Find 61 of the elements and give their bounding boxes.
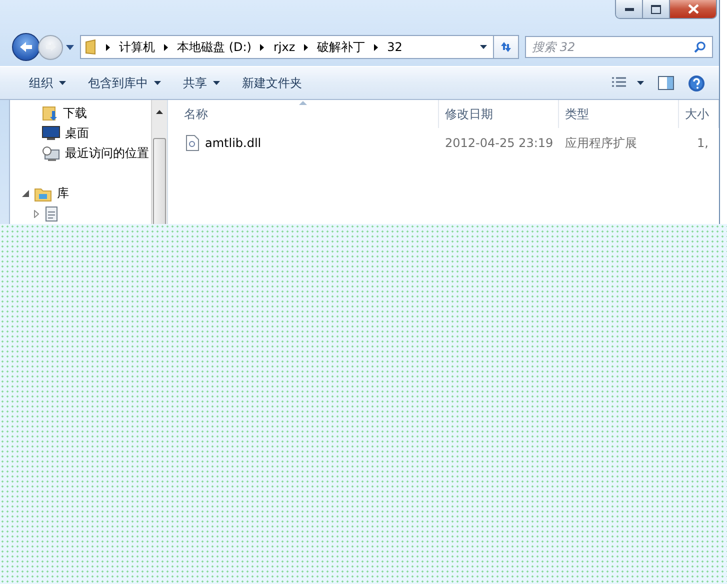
table-cell: amtlib.dll xyxy=(205,136,262,150)
preview-pane-icon[interactable] xyxy=(658,76,674,90)
maximize-button[interactable] xyxy=(642,0,669,18)
table-cell: 1, xyxy=(697,136,708,150)
breadcrumb-item[interactable]: 破解补丁 xyxy=(317,38,366,56)
history-caret-icon[interactable] xyxy=(66,44,74,50)
breadcrumb-item[interactable]: 本地磁盘 (D:) xyxy=(177,38,252,56)
folder-download-icon xyxy=(42,105,58,122)
column-header[interactable]: 类型 xyxy=(559,100,679,128)
table-cell: 2012-04-25 23:19 xyxy=(445,136,554,150)
expanded-arrow-icon[interactable] xyxy=(22,190,29,198)
nav-item[interactable]: 下载 xyxy=(63,104,87,122)
monitor-icon xyxy=(42,126,60,140)
caret-icon xyxy=(59,81,66,85)
search-icon[interactable] xyxy=(694,41,706,53)
breadcrumb-item[interactable]: 32 xyxy=(387,40,402,54)
caret-icon xyxy=(154,81,161,85)
chevron-icon xyxy=(374,44,378,50)
computer-clock-icon xyxy=(42,146,60,162)
search-field[interactable]: 搜索 32 xyxy=(525,36,713,58)
nav-item[interactable]: 库 xyxy=(57,185,69,202)
chevron-icon xyxy=(164,44,168,50)
back-button[interactable] xyxy=(12,33,40,61)
breadcrumb-item[interactable]: 计算机 xyxy=(119,38,155,56)
toolbar-button[interactable]: 组织 xyxy=(18,70,77,96)
dropdown-caret-icon[interactable] xyxy=(480,45,487,49)
document-icon xyxy=(44,206,60,222)
nav-item[interactable]: 桌面 xyxy=(65,124,89,142)
toolbar-button[interactable]: 共享 xyxy=(172,70,231,96)
dll-file-icon xyxy=(186,135,199,151)
help-icon[interactable] xyxy=(688,74,705,92)
toolbar-button[interactable]: 包含到库中 xyxy=(77,70,172,96)
maximize-icon xyxy=(651,4,661,14)
chevron-icon xyxy=(304,44,308,50)
address-bar[interactable]: 计算机 本地磁盘 (D:) rjxz 破解补丁 32 xyxy=(80,35,494,59)
nav-item[interactable]: 最近访问的位置 xyxy=(65,145,149,162)
library-folder-icon xyxy=(34,186,52,202)
caret-icon xyxy=(213,81,220,85)
chevron-icon xyxy=(106,44,110,50)
chevron-icon xyxy=(260,44,264,50)
minimize-icon xyxy=(624,8,634,10)
forward-arrow-icon xyxy=(44,42,56,52)
table-cell: 应用程序扩展 xyxy=(565,134,637,152)
close-button[interactable] xyxy=(669,0,716,18)
scrollbar[interactable] xyxy=(151,100,167,224)
file-row[interactable]: amtlib.dll 2012-04-25 23:19 应用程序扩展 1, xyxy=(168,128,719,158)
scroll-up-icon[interactable] xyxy=(156,110,164,114)
breadcrumb-item[interactable]: rjxz xyxy=(273,40,296,54)
minimize-button[interactable] xyxy=(616,0,642,18)
close-icon xyxy=(688,4,698,14)
folder-icon xyxy=(85,39,97,55)
column-header[interactable]: 大小 xyxy=(679,100,719,128)
back-arrow-icon xyxy=(19,41,33,53)
view-options-icon[interactable] xyxy=(612,77,644,89)
toolbar-button[interactable]: 新建文件夹 xyxy=(231,70,313,96)
column-header[interactable]: 修改日期 xyxy=(439,100,559,128)
refresh-icon xyxy=(499,41,513,53)
collapsed-arrow-icon[interactable] xyxy=(34,210,39,218)
refresh-button[interactable] xyxy=(494,35,519,59)
scrollbar-thumb[interactable] xyxy=(153,138,166,224)
column-header[interactable]: 名称 xyxy=(168,100,439,128)
